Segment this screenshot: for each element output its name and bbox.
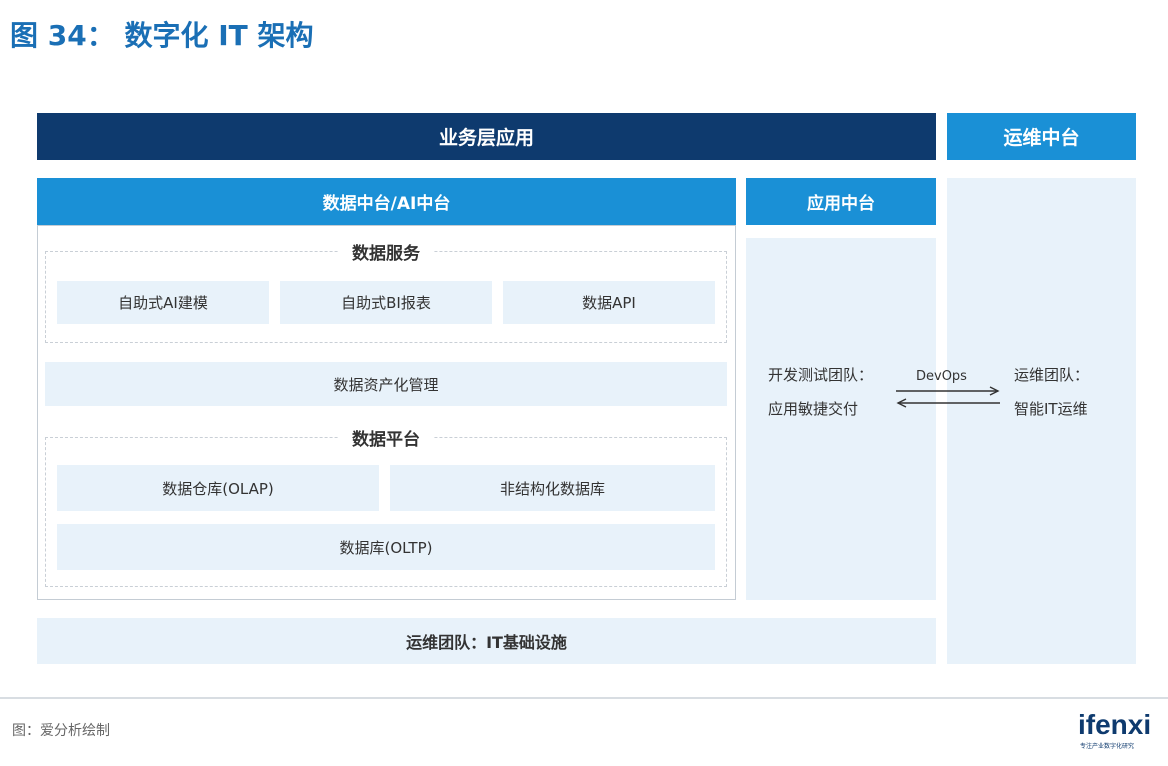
data-services-title: 数据服务 [338, 238, 434, 264]
source-note: 图：爱分析绘制 [12, 723, 110, 739]
service-label: 自助式BI报表 [341, 294, 431, 312]
business-layer-label: 业务层应用 [438, 127, 534, 149]
service-box-bi-reports: 自助式BI报表 [280, 281, 492, 324]
storage-box-unstructured: 非结构化数据库 [390, 465, 715, 511]
app-platform-header: 应用中台 [746, 178, 936, 225]
ops-team-text: 运维团队： 智能IT运维 [1014, 358, 1089, 426]
data-platform-section-title: 数据平台 [338, 424, 434, 450]
ops-team-line2: 智能IT运维 [1014, 400, 1088, 418]
service-box-data-api: 数据API [503, 281, 715, 324]
devops-arrows-icon [896, 386, 1000, 408]
devops-label: DevOps [916, 369, 967, 384]
storage-box-oltp: 数据库(OLTP) [57, 524, 715, 570]
app-platform-label: 应用中台 [807, 194, 875, 214]
storage-box-olap: 数据仓库(OLAP) [57, 465, 379, 511]
data-services-title-wrap: 数据服务 [45, 238, 727, 264]
ops-platform-label: 运维中台 [1003, 127, 1080, 149]
storage-label: 数据仓库(OLAP) [162, 479, 274, 498]
data-platform-label: 数据中台/AI中台 [322, 194, 451, 214]
data-platform-section-title-wrap: 数据平台 [45, 424, 727, 450]
service-label: 自助式AI建模 [118, 294, 208, 312]
ifenxi-logo: ifenxi 专注产业数字化研究 [1076, 704, 1160, 752]
infrastructure-bar: 运维团队：IT基础设施 [37, 618, 936, 664]
service-box-ai-modeling: 自助式AI建模 [57, 281, 269, 324]
ops-platform-header: 运维中台 [947, 113, 1136, 160]
storage-label: 数据库(OLTP) [339, 538, 433, 557]
infrastructure-label: 运维团队：IT基础设施 [406, 633, 567, 652]
service-label: 数据API [582, 294, 636, 312]
dev-team-line2: 应用敏捷交付 [768, 400, 859, 418]
storage-label: 非结构化数据库 [499, 479, 605, 498]
business-layer-bar: 业务层应用 [37, 113, 936, 160]
dev-team-text: 开发测试团队： 应用敏捷交付 [768, 358, 873, 426]
data-platform-header: 数据中台/AI中台 [37, 178, 736, 225]
footer-divider [0, 697, 1168, 699]
ops-team-line1: 运维团队： [1014, 366, 1090, 384]
svg-text:ifenxi: ifenxi [1078, 709, 1151, 740]
asset-management-box: 数据资产化管理 [45, 362, 727, 406]
figure-title: 图 34： 数字化 IT 架构 [10, 19, 314, 52]
dev-team-line1: 开发测试团队： [768, 366, 874, 384]
asset-management-label: 数据资产化管理 [333, 375, 439, 394]
svg-text:专注产业数字化研究: 专注产业数字化研究 [1080, 742, 1134, 750]
